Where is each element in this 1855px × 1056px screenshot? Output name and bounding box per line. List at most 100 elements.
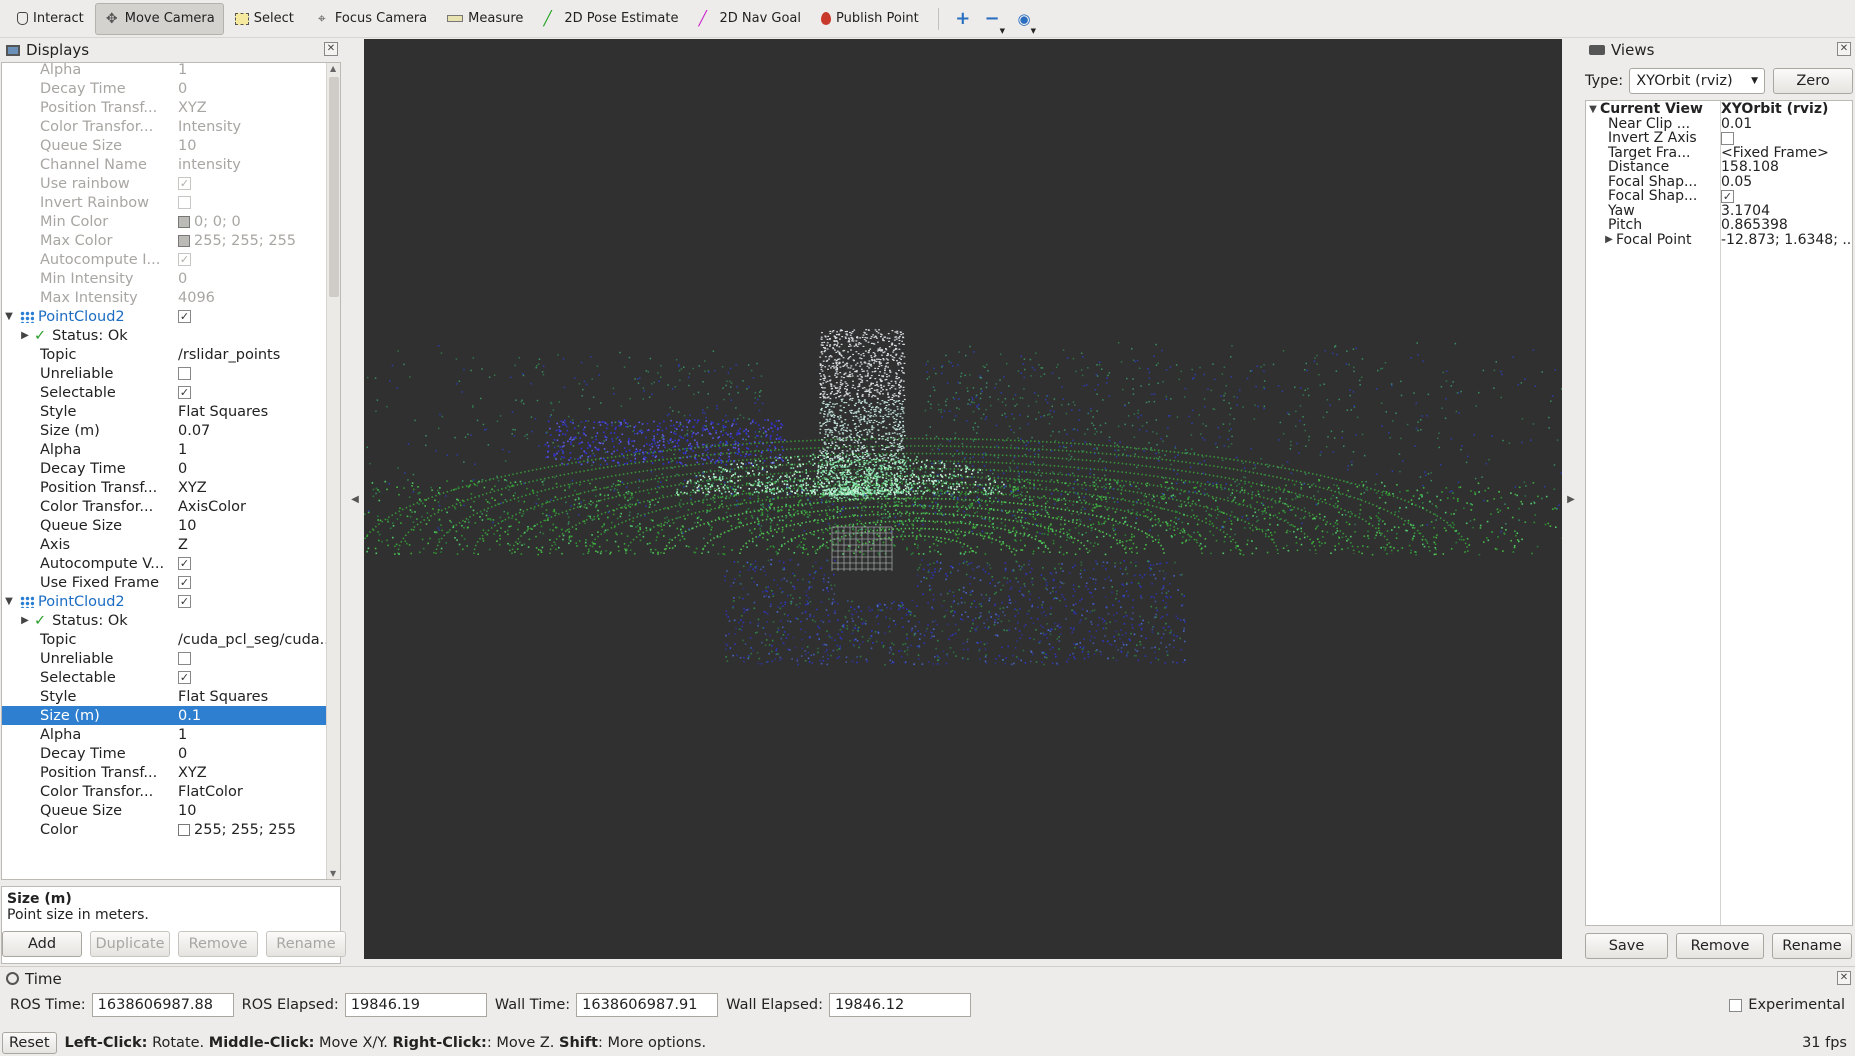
property-row[interactable]: Size (m) 0.1	[2, 706, 326, 725]
property-row[interactable]: Min Color 0; 0; 0	[2, 212, 326, 231]
experimental-checkbox[interactable]	[1729, 998, 1743, 1012]
property-value[interactable]: intensity	[178, 157, 241, 173]
property-value[interactable]: 10	[178, 803, 196, 819]
tool-2d-pose-estimate[interactable]: ╱ 2D Pose Estimate	[534, 3, 687, 35]
color-swatch[interactable]	[178, 215, 190, 228]
property-row[interactable]: Max Color 255; 255; 255	[2, 231, 326, 250]
property-row[interactable]: Pitch 0.865398	[1586, 217, 1852, 233]
property-value[interactable]: 0.07	[178, 423, 210, 439]
property-row[interactable]: Color Transfor... Intensity	[2, 117, 326, 136]
property-value[interactable]: XYZ	[178, 480, 207, 496]
tool-interact[interactable]: Interact	[8, 3, 93, 35]
eye-icon[interactable]: ◉ ▼	[1011, 3, 1043, 35]
expand-down-icon[interactable]: ▼	[2, 596, 16, 607]
property-row[interactable]: ▶ Focal Point -12.873; 1.6348; ...	[1586, 232, 1852, 248]
expand-right-icon[interactable]: ▶	[1602, 234, 1616, 245]
property-checkbox[interactable]	[178, 196, 191, 209]
color-swatch[interactable]	[178, 234, 190, 247]
duplicate-display-button[interactable]: Duplicate	[90, 931, 170, 957]
property-value[interactable]: 0	[178, 746, 187, 762]
color-swatch[interactable]	[178, 823, 190, 836]
property-row[interactable]: Alpha 1	[2, 63, 326, 79]
property-row[interactable]: Decay Time 0	[2, 459, 326, 478]
property-value[interactable]: 1	[178, 442, 187, 458]
property-value[interactable]: 255; 255; 255	[194, 822, 296, 838]
property-value[interactable]: Intensity	[178, 119, 241, 135]
property-row[interactable]: Unreliable	[2, 364, 326, 383]
property-row[interactable]: Style Flat Squares	[2, 402, 326, 421]
minus-icon[interactable]: − ▼	[979, 3, 1011, 35]
property-row[interactable]: Color 255; 255; 255	[2, 820, 326, 839]
property-row[interactable]: Queue Size 10	[2, 136, 326, 155]
property-value[interactable]: 10	[178, 138, 196, 154]
property-row[interactable]: Style Flat Squares	[2, 687, 326, 706]
property-value[interactable]: Flat Squares	[178, 689, 268, 705]
property-row[interactable]: Alpha 1	[2, 440, 326, 459]
property-row[interactable]: Channel Name intensity	[2, 155, 326, 174]
property-checkbox[interactable]	[178, 367, 191, 380]
property-checkbox[interactable]: ✓	[178, 386, 191, 399]
property-row[interactable]: Color Transfor... FlatColor	[2, 782, 326, 801]
property-value[interactable]: /rslidar_points	[178, 347, 280, 363]
property-row[interactable]: Min Intensity 0	[2, 269, 326, 288]
zero-view-button[interactable]: Zero	[1773, 68, 1853, 94]
property-row[interactable]: Use rainbow ✓	[2, 174, 326, 193]
close-icon[interactable]: ✕	[1837, 971, 1851, 985]
property-value[interactable]: 0	[178, 461, 187, 477]
rename-view-button[interactable]: Rename	[1772, 933, 1852, 959]
property-value[interactable]: XYZ	[178, 765, 207, 781]
rename-display-button[interactable]: Rename	[266, 931, 346, 957]
property-row[interactable]: Axis Z	[2, 535, 326, 554]
expand-down-icon[interactable]: ▼	[1586, 104, 1600, 115]
property-row[interactable]: Topic/rslidar_points	[2, 345, 326, 364]
tool-publish-point[interactable]: Publish Point	[812, 3, 928, 35]
right-collapse-handle[interactable]: ▶	[1562, 39, 1580, 959]
property-value[interactable]: 0.05	[1721, 174, 1752, 190]
tool-2d-nav-goal[interactable]: ╱ 2D Nav Goal	[689, 3, 810, 35]
scroll-up-icon[interactable]: ▲	[330, 64, 336, 73]
view-type-select[interactable]: XYOrbit (rviz) ▼	[1629, 68, 1766, 94]
property-checkbox[interactable]	[178, 652, 191, 665]
ros-elapsed-field[interactable]: 19846.19	[344, 993, 487, 1017]
remove-display-button[interactable]: Remove	[178, 931, 258, 957]
tool-focus-camera[interactable]: ⌖ Focus Camera	[305, 3, 436, 35]
property-row[interactable]: Yaw 3.1704	[1586, 203, 1852, 219]
property-row[interactable]: Invert Z Axis	[1586, 130, 1852, 146]
property-value[interactable]: Flat Squares	[178, 404, 268, 420]
expand-right-icon[interactable]: ▶	[18, 330, 32, 341]
property-row[interactable]: Distance 158.108	[1586, 159, 1852, 175]
property-row[interactable]: Position Transf... XYZ	[2, 478, 326, 497]
property-row[interactable]: Autocompute V... ✓	[2, 554, 326, 573]
property-value[interactable]: 0	[178, 81, 187, 97]
property-row[interactable]: Queue Size 10	[2, 801, 326, 820]
property-row[interactable]: Autocompute I... ✓	[2, 250, 326, 269]
property-value[interactable]: 0; 0; 0	[194, 214, 241, 230]
property-value[interactable]: AxisColor	[178, 499, 246, 515]
property-row[interactable]: Decay Time 0	[2, 79, 326, 98]
tool-measure[interactable]: Measure	[438, 3, 532, 35]
property-row[interactable]: Focal Shap... ✓	[1586, 188, 1852, 204]
scroll-down-icon[interactable]: ▼	[330, 869, 336, 878]
property-row[interactable]: Focal Shap... 0.05	[1586, 174, 1852, 190]
displays-scrollbar[interactable]: ▲ ▼	[326, 63, 340, 879]
save-view-button[interactable]: Save	[1585, 933, 1668, 959]
property-row[interactable]: Use Fixed Frame ✓	[2, 573, 326, 592]
property-row[interactable]: Alpha 1	[2, 725, 326, 744]
property-value[interactable]: XYZ	[178, 100, 207, 116]
remove-view-button[interactable]: Remove	[1676, 933, 1764, 959]
property-checkbox[interactable]: ✓	[178, 595, 191, 608]
property-row[interactable]: ▶ ✓ Status: Ok	[2, 611, 326, 630]
property-row[interactable]: Position Transf... XYZ	[2, 763, 326, 782]
property-value[interactable]: 0	[178, 271, 187, 287]
property-checkbox[interactable]: ✓	[178, 177, 191, 190]
property-checkbox[interactable]: ✓	[178, 671, 191, 684]
plus-icon[interactable]: +	[947, 3, 979, 35]
property-value[interactable]: 255; 255; 255	[194, 233, 296, 249]
tool-move-camera[interactable]: ✥ Move Camera	[94, 2, 224, 35]
property-row[interactable]: Position Transf... XYZ	[2, 98, 326, 117]
render-viewport[interactable]	[364, 39, 1562, 959]
property-row[interactable]: Size (m) 0.07	[2, 421, 326, 440]
property-value[interactable]: 4096	[178, 290, 215, 306]
property-value[interactable]: FlatColor	[178, 784, 243, 800]
property-checkbox[interactable]: ✓	[178, 576, 191, 589]
